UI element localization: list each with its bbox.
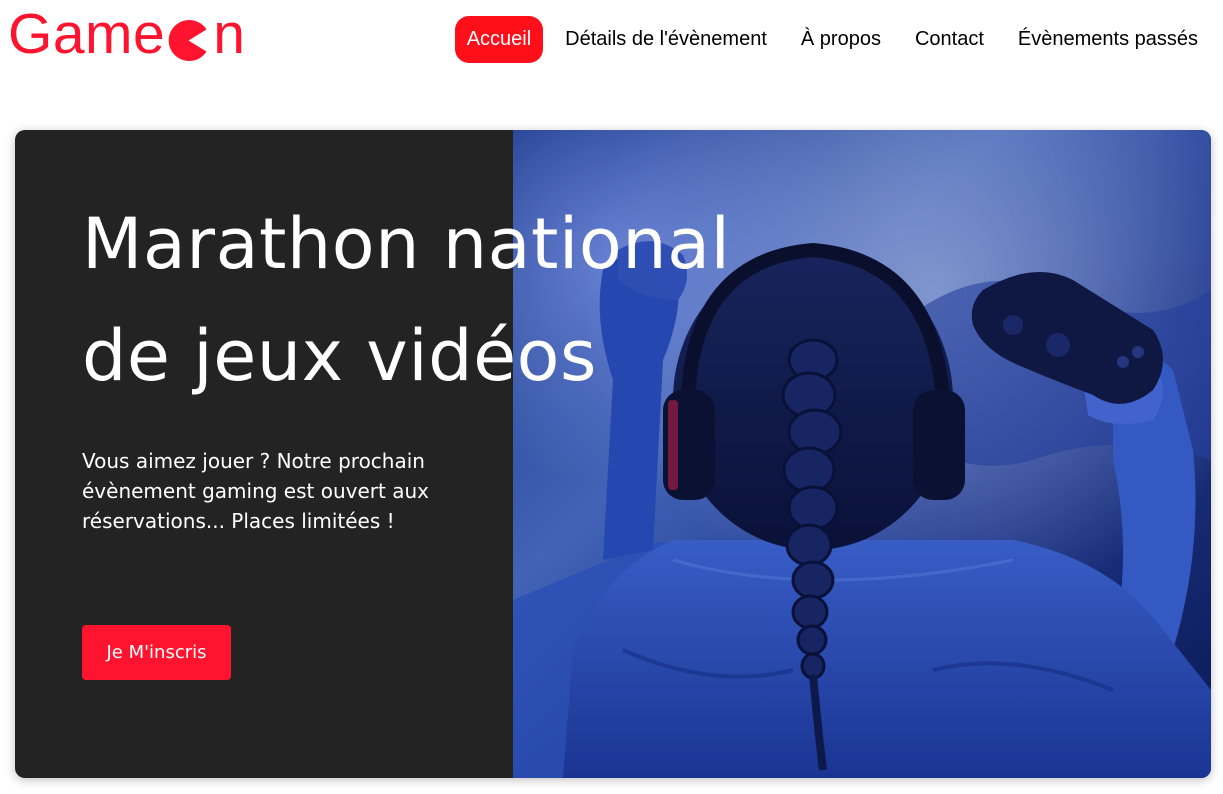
register-button[interactable]: Je M'inscris: [82, 625, 231, 680]
logo[interactable]: Game n: [8, 2, 245, 66]
logo-text-end: n: [213, 1, 246, 66]
site-header: Game n Accueil Détails de l'évènement À …: [0, 0, 1223, 80]
nav-item-accueil[interactable]: Accueil: [454, 16, 544, 63]
hero-title: Marathon national de jeux vidéos: [82, 203, 731, 397]
hero-description: Vous aimez jouer ? Notre prochain évènem…: [82, 449, 429, 533]
nav-item-contact[interactable]: Contact: [903, 16, 996, 63]
hero-section: Marathon national de jeux vidéos Vous ai…: [15, 130, 1211, 778]
nav-item-evenements-passes[interactable]: Évènements passés: [1006, 16, 1210, 63]
logo-text-start: Game: [8, 1, 166, 66]
pacman-icon: [167, 15, 210, 61]
main-nav: Accueil Détails de l'évènement À propos …: [445, 16, 1210, 63]
nav-item-details[interactable]: Détails de l'évènement: [553, 16, 779, 63]
nav-item-a-propos[interactable]: À propos: [789, 16, 893, 63]
